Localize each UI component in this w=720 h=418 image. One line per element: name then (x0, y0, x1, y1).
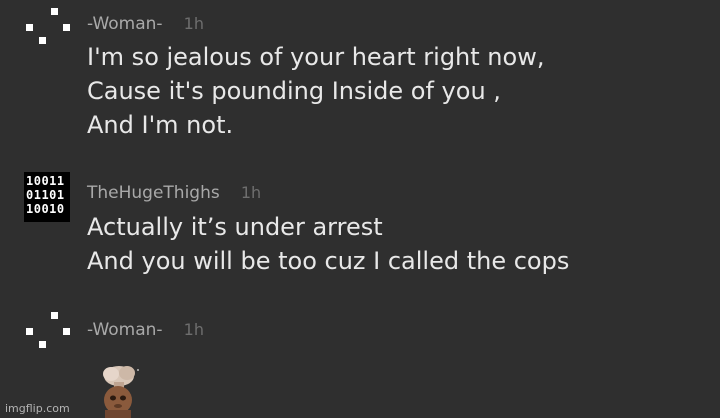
comment-timestamp: 1h (183, 320, 204, 339)
user-avatar-binary-icon[interactable]: 10011 01101 10010 (24, 172, 70, 222)
sticker-image (103, 366, 139, 418)
user-avatar-pixel-icon[interactable] (23, 312, 71, 360)
comment-body: Actually it’s under arrest And you will … (87, 210, 569, 278)
comment-body: I'm so jealous of your heart right now, … (87, 40, 544, 142)
comment-username[interactable]: -Woman- (87, 320, 163, 340)
comment-line: Cause it's pounding Inside of you , (87, 77, 501, 105)
comment-timestamp: 1h (240, 183, 262, 202)
comment-line: And I'm not. (87, 111, 234, 139)
user-avatar-pixel-icon[interactable] (23, 8, 71, 56)
avatar-binary-line: 10011 (26, 174, 65, 188)
avatar-binary-line: 10010 (26, 202, 65, 216)
comment-username[interactable]: -Woman- (87, 14, 163, 34)
comment-line: I'm so jealous of your heart right now, (87, 43, 545, 71)
comment-username[interactable]: TheHugeThighs (87, 183, 220, 203)
comment-line: And you will be too cuz I called the cop… (87, 247, 570, 275)
comment-timestamp: 1h (183, 14, 204, 33)
watermark-text: imgflip.com (5, 402, 70, 415)
avatar-binary-line: 01101 (26, 188, 65, 202)
comment-line: Actually it’s under arrest (87, 213, 383, 241)
